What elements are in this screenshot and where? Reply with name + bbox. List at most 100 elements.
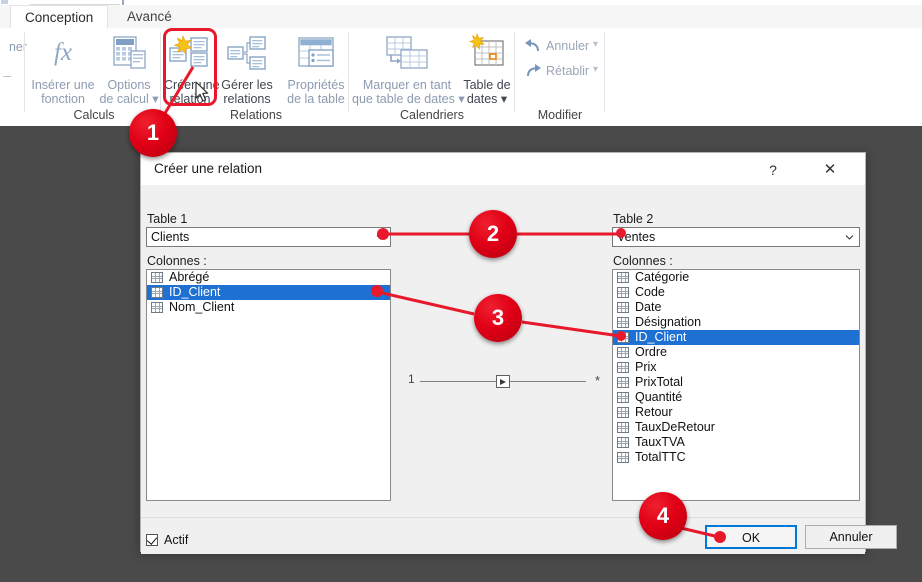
column-table-icon <box>151 302 163 313</box>
group-label-relations: Relations <box>229 108 283 122</box>
table2-value: Ventes <box>617 230 656 244</box>
list-item[interactable]: Ordre <box>613 345 859 360</box>
retablir-caret-icon[interactable]: ▾ <box>593 64 598 75</box>
annuler-caret-icon[interactable]: ▾ <box>593 39 598 50</box>
list-item[interactable]: Désignation <box>613 315 859 330</box>
relationship-line-right <box>510 381 586 382</box>
table2-columns-list[interactable]: Catégorie Code Date Désignation ID_Client Ord… <box>612 269 860 501</box>
relationship-direction-icon <box>496 375 510 388</box>
cardinality-diagram: 1 * <box>408 372 600 390</box>
column-table-icon <box>617 287 629 298</box>
list-item[interactable]: PrixTotal <box>613 375 859 390</box>
callout-badge-1: 1 <box>129 109 177 157</box>
cardinality-right: * <box>594 373 600 388</box>
list-item[interactable]: Prix <box>613 360 859 375</box>
list-item-label: Quantité <box>635 390 683 404</box>
group-separator-0 <box>24 32 25 112</box>
cancel-button[interactable]: Annuler <box>805 525 897 549</box>
column-table-icon <box>617 332 629 343</box>
table1-columns-label: Colonnes : <box>147 254 207 268</box>
list-item[interactable]: ID_Client <box>147 285 390 300</box>
column-table-icon <box>617 377 629 388</box>
column-table-icon <box>617 317 629 328</box>
list-item-label: Désignation <box>635 315 702 329</box>
list-item-label: ID_Client <box>169 285 221 299</box>
column-table-icon <box>617 422 629 433</box>
column-table-icon <box>617 437 629 448</box>
annuler-label: Annuler <box>546 39 590 53</box>
list-item-label: TotalTTC <box>635 450 686 464</box>
group-label-calendriers: Calendriers <box>400 108 464 122</box>
mark-date-table-icon <box>383 34 431 72</box>
table1-label: Table 1 <box>147 212 188 226</box>
list-item[interactable]: TauxDeRetour <box>613 420 859 435</box>
mouse-cursor-icon <box>195 81 210 102</box>
list-item[interactable]: Abrégé <box>147 270 390 285</box>
ok-button[interactable]: OK <box>705 525 797 549</box>
callout-badge-3: 3 <box>474 294 522 342</box>
ribbon: Conception Avancé ner fx Insérer une fon… <box>0 0 922 126</box>
cutoff-button-underline <box>3 76 11 77</box>
list-item[interactable]: Retour <box>613 405 859 420</box>
list-item[interactable]: Date <box>613 300 859 315</box>
undo-icon <box>524 38 542 54</box>
group-separator-4 <box>604 32 605 112</box>
list-item[interactable]: Nom_Client <box>147 300 390 315</box>
retablir-label: Rétablir <box>546 64 590 78</box>
group-label-modifier: Modifier <box>537 108 583 122</box>
column-table-icon <box>151 287 163 298</box>
callout-badge-4: 4 <box>639 492 687 540</box>
list-item-label: Catégorie <box>635 270 690 284</box>
partial-chrome-mark-left <box>1 0 8 4</box>
column-table-icon <box>617 392 629 403</box>
table-properties-icon <box>295 34 337 72</box>
list-item-label: Ordre <box>635 345 667 359</box>
column-table-icon <box>617 347 629 358</box>
list-item[interactable]: TauxTVA <box>613 435 859 450</box>
column-table-icon <box>617 407 629 418</box>
chevron-down-icon[interactable] <box>376 233 385 242</box>
manage-relations-icon <box>225 34 269 74</box>
list-item-label: Code <box>635 285 665 299</box>
list-item-label: ID_Client <box>635 330 687 344</box>
relationship-line-left <box>420 381 498 382</box>
table1-combo[interactable]: Clients <box>146 227 391 247</box>
ribbon-button-annuler[interactable]: Annuler ▾ <box>524 38 604 58</box>
column-table-icon <box>617 452 629 463</box>
actif-label: Actif <box>164 533 189 547</box>
tab-conception[interactable]: Conception <box>10 5 109 29</box>
list-item[interactable]: ID_Client <box>613 330 859 345</box>
column-table-icon <box>617 302 629 313</box>
column-table-icon <box>617 272 629 283</box>
list-item[interactable]: TotalTTC <box>613 450 859 465</box>
table1-value: Clients <box>151 230 190 244</box>
dialog-titlebar: Créer une relation ? ✕ <box>141 153 865 185</box>
group-separator-1 <box>160 32 161 112</box>
table1-columns-list[interactable]: Abrégé ID_Client Nom_Client <box>146 269 391 501</box>
column-table-icon <box>617 362 629 373</box>
list-item[interactable]: Quantité <box>613 390 859 405</box>
column-table-icon <box>151 272 163 283</box>
help-icon[interactable]: ? <box>757 158 789 182</box>
group-separator-3 <box>514 32 515 112</box>
list-item-label: Retour <box>635 405 673 419</box>
chevron-down-icon[interactable] <box>845 233 854 242</box>
list-item[interactable]: Catégorie <box>613 270 859 285</box>
date-table-icon <box>465 32 509 72</box>
create-relation-icon <box>167 34 213 74</box>
checkbox-box[interactable] <box>146 534 158 546</box>
group-separator-2 <box>348 32 349 112</box>
list-item-label: TauxTVA <box>635 435 685 449</box>
table2-label: Table 2 <box>613 212 654 226</box>
list-item[interactable]: Code <box>613 285 859 300</box>
cardinality-left: 1 <box>408 372 415 386</box>
fx-icon: fx <box>45 34 81 68</box>
close-icon[interactable]: ✕ <box>813 158 847 182</box>
list-item-label: TauxDeRetour <box>635 420 715 434</box>
dialog-title: Créer une relation <box>154 161 263 176</box>
svg-text:fx: fx <box>54 39 72 66</box>
ribbon-button-retablir[interactable]: Rétablir ▾ <box>524 63 604 83</box>
tab-avance[interactable]: Avancé <box>113 5 186 28</box>
table2-combo[interactable]: Ventes <box>612 227 860 247</box>
callout-badge-2: 2 <box>469 210 517 258</box>
